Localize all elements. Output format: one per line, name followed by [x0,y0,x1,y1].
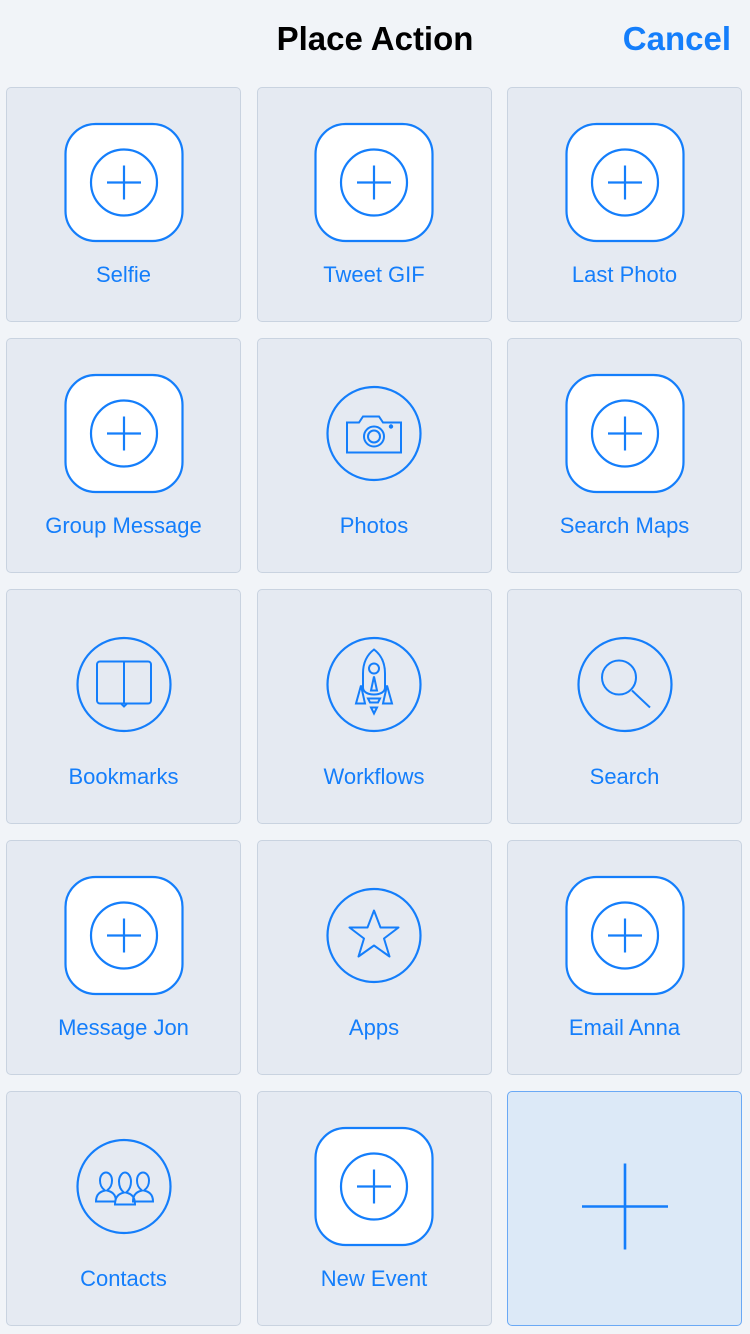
people-icon [75,1138,173,1241]
action-tile-group-message[interactable]: Group Message [6,338,241,573]
plus-square-icon [564,875,685,1001]
rocket-icon [325,636,423,739]
action-tile-email-anna[interactable]: Email Anna [507,840,742,1075]
action-tile-search[interactable]: Search [507,589,742,824]
plus-square-icon [63,875,184,1001]
action-label: Search Maps [559,513,690,538]
plus-square-icon [314,122,434,248]
action-label: Search [589,764,660,789]
book-icon [75,636,173,739]
action-tile-search-maps[interactable]: Search Maps [507,338,742,573]
action-tile-photos[interactable]: Photos [256,338,492,573]
plus-square-icon [63,373,184,499]
action-label: Last Photo [571,262,678,287]
action-label: Workflows [323,764,425,789]
camera-icon [325,385,423,488]
plus-square-icon [564,373,685,499]
action-label: Tweet GIF [323,262,425,287]
add-action-button[interactable] [507,1091,742,1326]
action-label: Selfie [95,262,152,287]
plus-square-icon [314,1126,434,1252]
action-label: Bookmarks [68,764,179,789]
action-label: Message Jon [58,1015,189,1040]
plus-square-icon [564,122,685,248]
action-label: Apps [348,1015,400,1040]
plus-square-icon [63,122,184,248]
cancel-button[interactable]: Cancel [623,20,731,58]
action-label: Email Anna [568,1015,681,1040]
action-label: New Event [320,1266,428,1291]
action-tile-contacts[interactable]: Contacts [6,1091,241,1326]
action-tile-message-jon[interactable]: Message Jon [6,840,241,1075]
action-tile-last-photo[interactable]: Last Photo [507,87,742,322]
action-grid: Selfie Tweet GIF Last Photo Group Message Ph… [6,87,742,1326]
star-icon [325,887,423,990]
action-tile-selfie[interactable]: Selfie [6,87,241,322]
action-label: Photos [339,513,409,538]
action-tile-tweet-gif[interactable]: Tweet GIF [256,87,492,322]
action-tile-apps[interactable]: Apps [256,840,492,1075]
action-tile-new-event[interactable]: New Event [256,1091,492,1326]
action-tile-workflows[interactable]: Workflows [256,589,492,824]
plus-icon [580,1162,670,1257]
magnifier-icon [576,636,674,739]
action-tile-bookmarks[interactable]: Bookmarks [6,589,241,824]
action-label: Group Message [45,513,202,538]
action-label: Contacts [80,1266,167,1291]
